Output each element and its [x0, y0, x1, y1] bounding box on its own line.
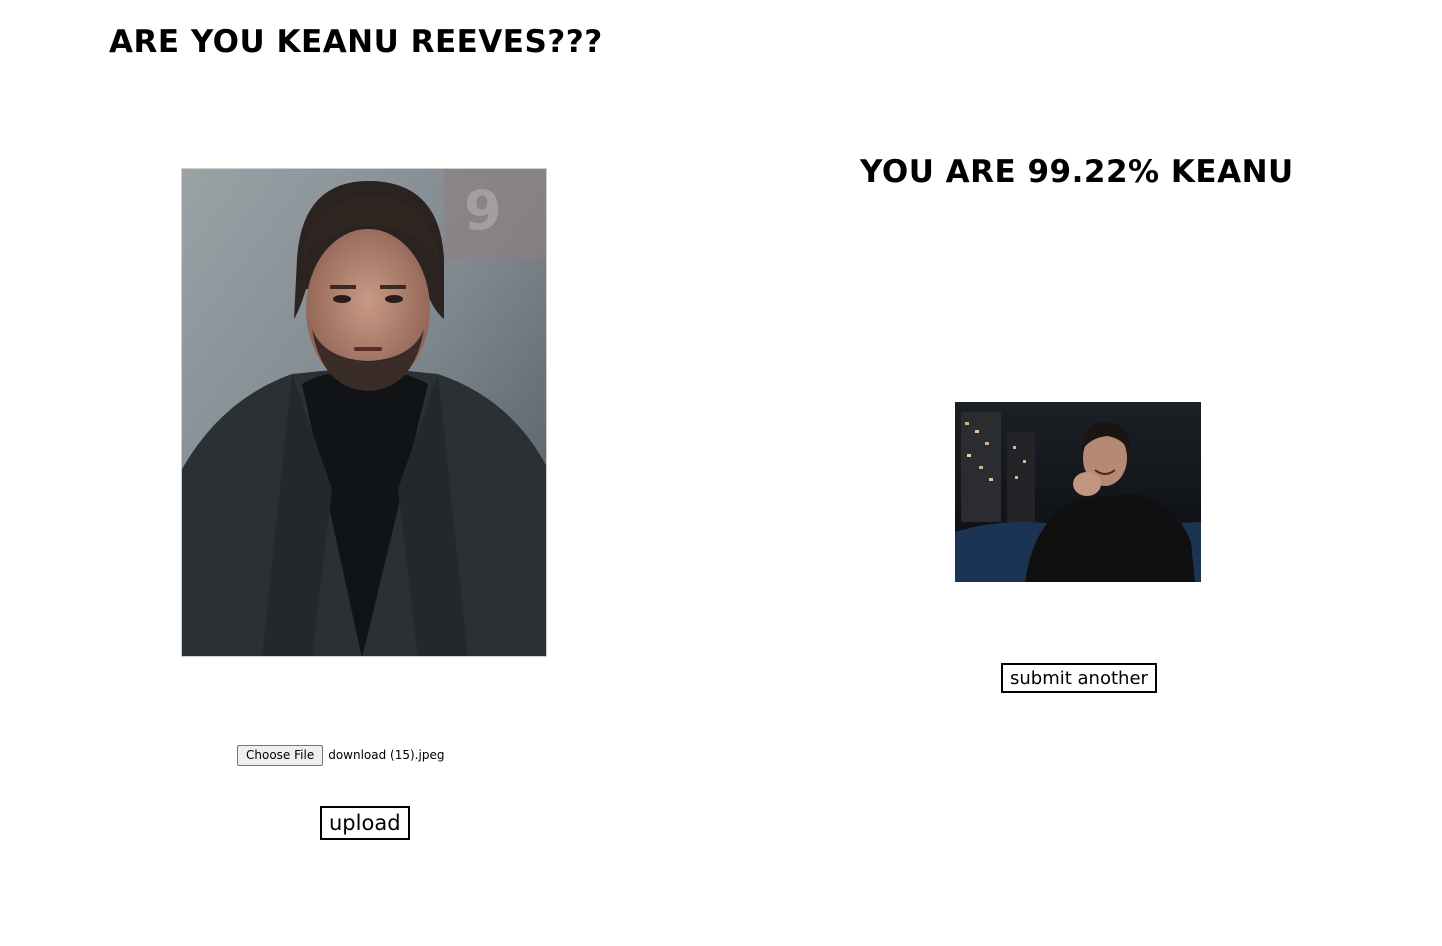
file-input[interactable]: Choose File download (15).jpeg: [237, 744, 444, 766]
page: ARE YOU KEANU REEVES??? 9 Choose File do…: [0, 0, 1442, 946]
svg-text:9: 9: [464, 179, 502, 242]
submit-another-button[interactable]: submit another: [1001, 663, 1157, 693]
choose-file-button[interactable]: Choose File: [237, 744, 324, 766]
uploaded-photo: 9: [181, 168, 547, 657]
upload-button[interactable]: upload: [320, 806, 410, 840]
selected-file-name: download (15).jpeg: [328, 748, 445, 762]
page-title: ARE YOU KEANU REEVES???: [109, 24, 603, 60]
result-text: YOU ARE 99.22% KEANU: [860, 154, 1294, 190]
result-reaction-image: [955, 402, 1201, 582]
